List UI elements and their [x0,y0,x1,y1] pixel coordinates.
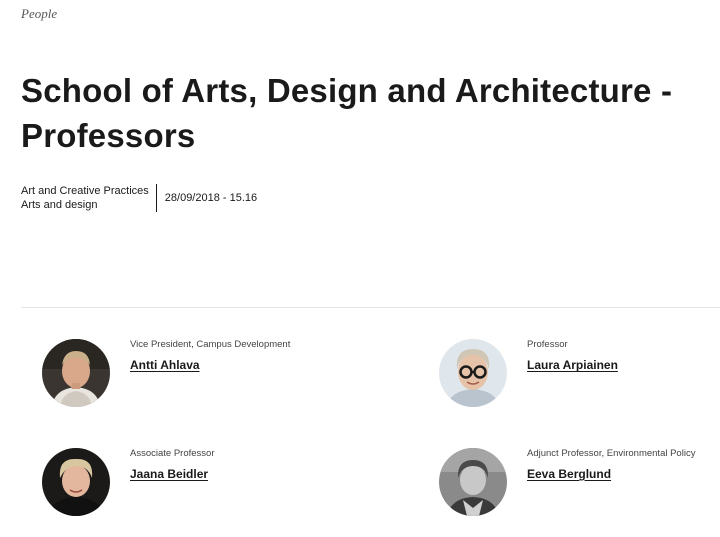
article-meta: Art and Creative Practices Arts and desi… [21,184,257,212]
page-title-line-2: Professors [21,117,196,154]
person-name-link[interactable]: Eeva Berglund [527,467,611,481]
person-name-link[interactable]: Laura Arpiainen [527,358,618,372]
section-divider [21,307,720,308]
person-card: Adjunct Professor, Environmental Policy … [439,448,719,528]
person-name-link[interactable]: Antti Ahlava [130,358,200,372]
category-link-people[interactable]: People [21,6,57,22]
person-role: Vice President, Campus Development [130,339,291,350]
person-card: Associate Professor Jaana Beidler [42,448,322,528]
page-title: School of Arts, Design and Architecture … [21,68,720,158]
avatar-photo[interactable] [42,448,110,516]
tag-link-art-and-creative-practices[interactable]: Art and Creative Practices [21,184,149,198]
page-title-line-1: School of Arts, Design and Architecture … [21,72,673,109]
person-name-link[interactable]: Jaana Beidler [130,467,208,481]
person-role: Adjunct Professor, Environmental Policy [527,448,696,459]
person-card: Vice President, Campus Development Antti… [42,339,322,419]
tag-link-arts-and-design[interactable]: Arts and design [21,198,149,212]
avatar-photo[interactable] [439,448,507,516]
tag-list: Art and Creative Practices Arts and desi… [21,184,157,212]
avatar-photo[interactable] [42,339,110,407]
person-role: Associate Professor [130,448,215,459]
publish-date: 28/09/2018 - 15.16 [164,192,258,204]
avatar-photo[interactable] [439,339,507,407]
person-card: Professor Laura Arpiainen [439,339,719,419]
person-role: Professor [527,339,568,350]
